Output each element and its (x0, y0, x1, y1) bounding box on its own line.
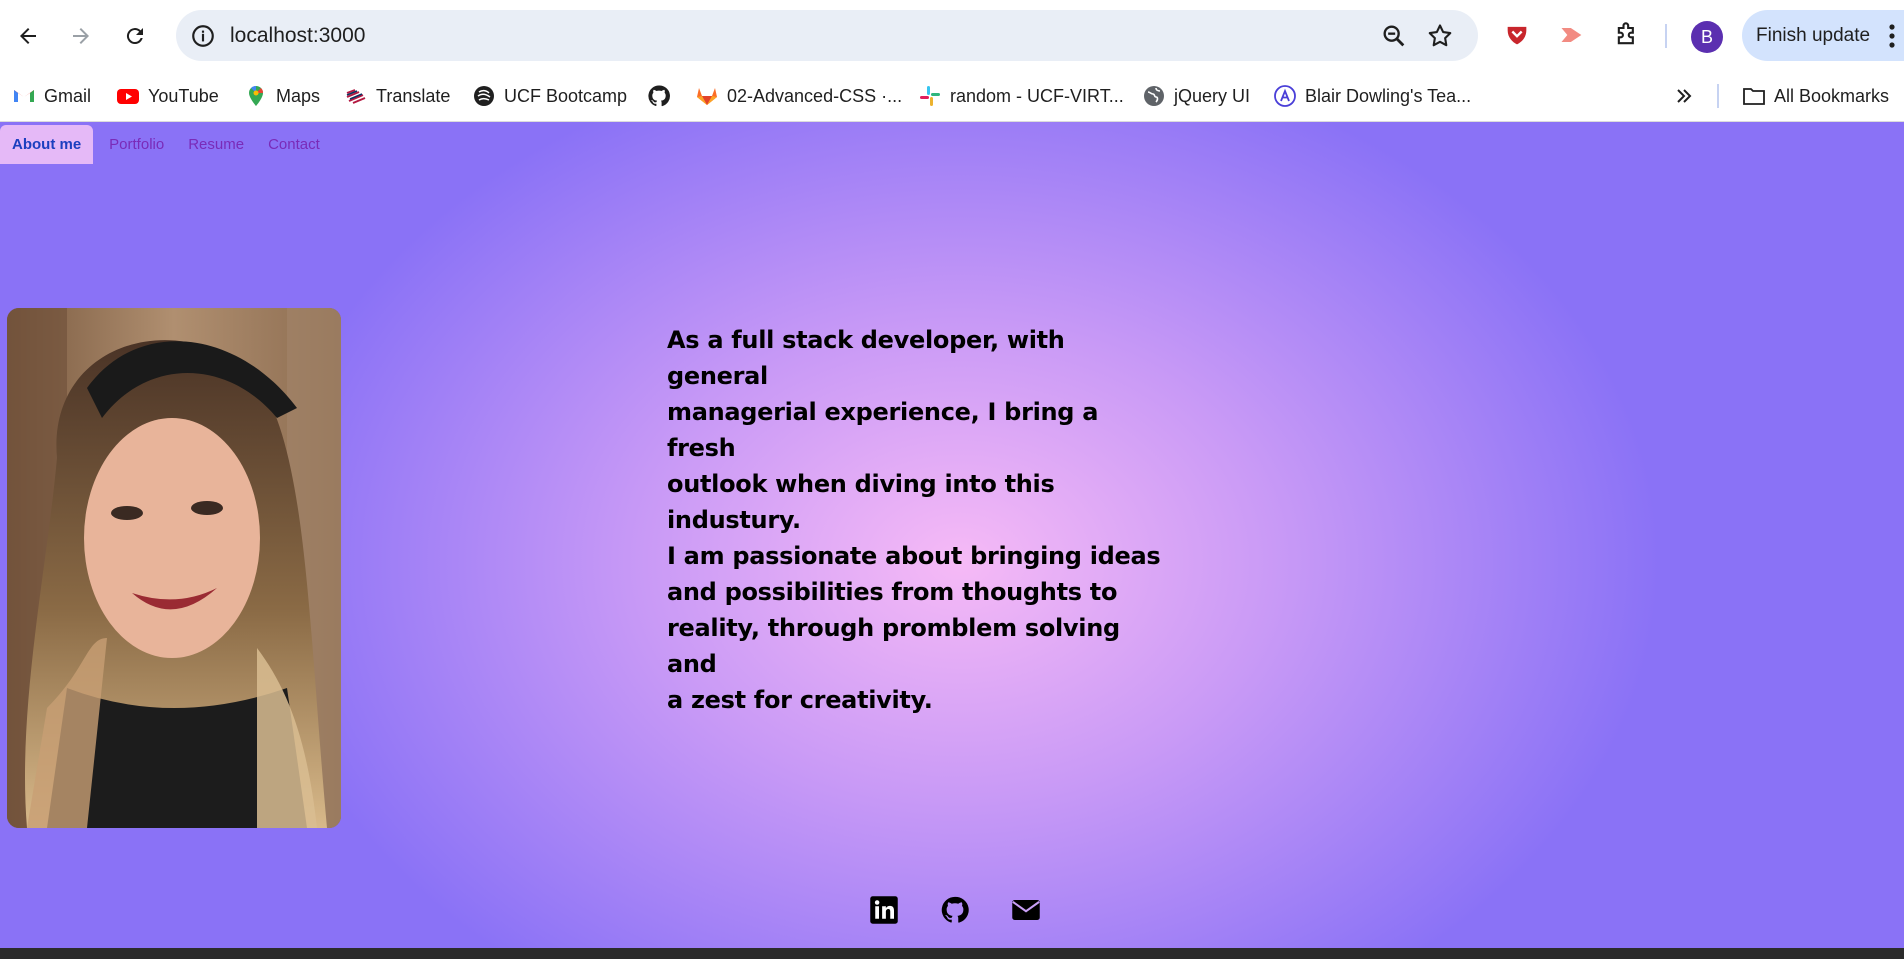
finish-update-button[interactable]: Finish update (1742, 10, 1904, 61)
nav-resume[interactable]: Resume (176, 125, 256, 164)
bookmark-label: Gmail (44, 85, 92, 106)
zoom-icon[interactable] (1380, 22, 1408, 50)
bio-line: a zest for creativity. (667, 686, 933, 714)
profile-photo (7, 308, 341, 828)
nav-contact[interactable]: Contact (256, 125, 332, 164)
folder-icon (1742, 84, 1766, 108)
arrow-left-icon (20, 28, 36, 44)
translate-icon (344, 84, 368, 108)
bio-line: reality, through promblem solving and (667, 614, 1120, 678)
maps-icon (244, 84, 268, 108)
forward-button[interactable] (63, 18, 99, 54)
bookmark-label: Translate (376, 85, 451, 106)
bookmark-ucf-bootcamp[interactable]: UCF Bootcamp (472, 80, 627, 112)
github-icon (941, 896, 969, 923)
bookmark-label: 02-Advanced-CSS ·... (727, 85, 903, 106)
email-link[interactable] (1010, 894, 1042, 926)
bookmark-label: Blair Dowling's Tea... (1305, 85, 1472, 106)
url-text[interactable]: localhost:3000 (230, 24, 365, 48)
envelope-icon (1012, 900, 1040, 920)
site-nav: About me Portfolio Resume Contact (0, 124, 332, 164)
gmail-icon (12, 84, 36, 108)
github-link[interactable] (939, 894, 971, 926)
globe-icon (1142, 84, 1166, 108)
bookmark-gmail[interactable]: Gmail (12, 80, 91, 112)
reload-icon (126, 28, 143, 45)
bookmark-label: YouTube (148, 85, 219, 106)
taskbar-edge (0, 948, 1904, 959)
double-chevron-right-icon (1672, 84, 1696, 108)
shield-extension-icon (1507, 26, 1527, 45)
address-bar[interactable]: localhost:3000 (176, 10, 1478, 61)
play-extension-icon (1561, 28, 1582, 42)
bookmark-label: random - UCF-VIRT... (950, 85, 1124, 106)
nav-portfolio[interactable]: Portfolio (97, 125, 176, 164)
linkedin-icon (870, 896, 898, 924)
all-bookmarks-button[interactable]: All Bookmarks (1742, 80, 1889, 112)
profile-avatar[interactable]: B (1691, 21, 1723, 53)
back-button[interactable] (10, 18, 46, 54)
bookmark-label: jQuery UI (1174, 85, 1251, 106)
angular-icon (1273, 84, 1297, 108)
puzzle-icon (1617, 22, 1634, 45)
bio-line: As a full stack developer, with general (667, 326, 1065, 390)
bookmarks-overflow-button[interactable] (1672, 80, 1704, 112)
github-icon (647, 84, 671, 108)
youtube-icon (116, 84, 140, 108)
bookmark-label: Maps (276, 85, 321, 106)
bookmark-label: UCF Bootcamp (504, 85, 628, 106)
bio-line: I am passionate about bringing ideas (667, 542, 1161, 570)
nav-about-me[interactable]: About me (0, 124, 94, 164)
bookmark-blair-dowling[interactable]: Blair Dowling's Tea... (1273, 80, 1471, 112)
bookmark-translate[interactable]: Translate (344, 80, 450, 112)
ucf-icon (472, 84, 496, 108)
portfolio-page: About me Portfolio Resume Contact As a f… (0, 122, 1904, 948)
reload-button[interactable] (117, 18, 153, 54)
toolbar-divider (1665, 24, 1667, 48)
bio-line: and possibilities from thoughts to (667, 578, 1118, 606)
bookmark-jquery-ui[interactable]: jQuery UI (1142, 80, 1250, 112)
bio-text: As a full stack developer, with general … (667, 322, 1167, 718)
bookmark-maps[interactable]: Maps (244, 80, 320, 112)
browser-toolbar: localhost:3000 B Finish update (0, 0, 1904, 70)
bookmark-slack[interactable]: random - UCF-VIRT... (918, 80, 1124, 112)
all-bookmarks-label: All Bookmarks (1774, 85, 1890, 106)
bio-line: managerial experience, I bring a fresh (667, 398, 1099, 462)
bookmark-star-icon[interactable] (1426, 22, 1454, 50)
bookmarks-bar: Gmail YouTube Maps Translate UCF Bootcam… (0, 70, 1904, 122)
finish-update-label: Finish update (1756, 25, 1871, 46)
slack-icon (918, 84, 942, 108)
bookmark-youtube[interactable]: YouTube (116, 80, 219, 112)
arrow-right-icon (73, 28, 89, 44)
extension-shield-button[interactable] (1500, 18, 1534, 52)
bio-line: outlook when diving into this industury. (667, 470, 1055, 534)
more-vert-icon[interactable] (1888, 23, 1896, 49)
bookmark-github[interactable] (647, 80, 679, 112)
bookmarks-divider (1717, 84, 1719, 108)
bookmark-gitlab[interactable]: 02-Advanced-CSS ·... (695, 80, 902, 112)
site-info-icon[interactable] (190, 23, 216, 49)
extensions-button[interactable] (1610, 18, 1644, 52)
linkedin-link[interactable] (868, 894, 900, 926)
extension-cast-button[interactable] (1555, 18, 1589, 52)
gitlab-icon (695, 84, 719, 108)
